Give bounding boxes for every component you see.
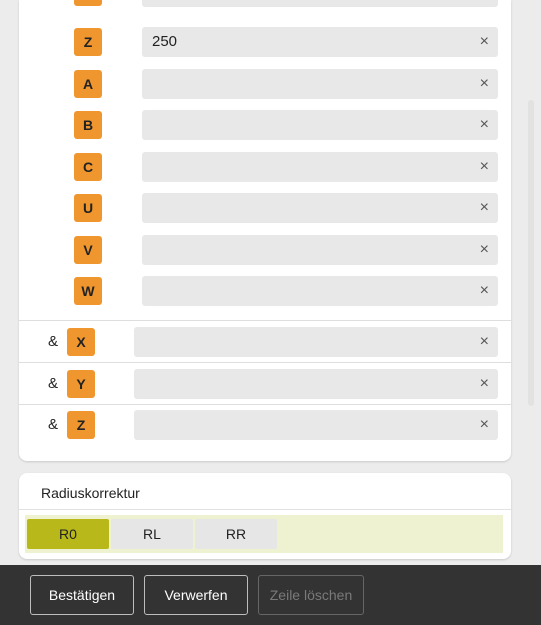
- axis-input[interactable]: ×: [142, 69, 498, 99]
- clear-icon[interactable]: ×: [480, 69, 489, 99]
- axis-badge: X: [67, 328, 95, 356]
- axis-badge: Y: [67, 370, 95, 398]
- axis-row-a: A ×: [19, 64, 511, 104]
- delete-line-button: Zeile löschen: [258, 575, 364, 615]
- clear-icon[interactable]: ×: [480, 235, 489, 265]
- axis-value: 250: [152, 33, 178, 50]
- axis-row-z: Z 250 ×: [19, 22, 511, 62]
- axis-input[interactable]: ×: [134, 369, 498, 399]
- clear-icon[interactable]: ×: [480, 369, 489, 399]
- axis-badge: Z: [74, 28, 102, 56]
- axis-input[interactable]: ×: [134, 410, 498, 440]
- axis-badge: B: [74, 111, 102, 139]
- radius-segmented-control: R0 RL RR: [25, 515, 503, 553]
- axis-badge: A: [74, 70, 102, 98]
- axis-badge: [74, 0, 102, 6]
- axis-input[interactable]: ×: [142, 235, 498, 265]
- confirm-button[interactable]: Bestätigen: [30, 575, 134, 615]
- axis-row-b: B ×: [19, 105, 511, 145]
- divider: [19, 362, 511, 363]
- clear-icon[interactable]: ×: [480, 327, 489, 357]
- footer-toolbar: Bestätigen Verwerfen Zeile löschen: [0, 565, 541, 625]
- section-title: Radiuskorrektur: [41, 485, 140, 501]
- radius-option-rl[interactable]: RL: [111, 519, 193, 549]
- clear-icon[interactable]: ×: [480, 27, 489, 57]
- and-prefix: &: [48, 333, 59, 350]
- clear-icon[interactable]: ×: [480, 410, 489, 440]
- and-prefix: &: [48, 416, 59, 433]
- axis-row-v: V ×: [19, 230, 511, 270]
- axis-badge: V: [74, 236, 102, 264]
- axis-row-partial: [19, 0, 511, 12]
- axis-badge: U: [74, 194, 102, 222]
- axis-input[interactable]: ×: [134, 327, 498, 357]
- discard-button[interactable]: Verwerfen: [144, 575, 248, 615]
- divider: [19, 320, 511, 321]
- axis-badge: W: [74, 277, 102, 305]
- scrollbar[interactable]: [528, 100, 534, 406]
- and-prefix: &: [48, 375, 59, 392]
- axis-row-c: C ×: [19, 147, 511, 187]
- axis-badge: Z: [67, 411, 95, 439]
- axis-badge: C: [74, 153, 102, 181]
- axis-input[interactable]: ×: [142, 276, 498, 306]
- divider: [19, 509, 511, 510]
- axis-input-panel: Z 250 × A × B × C × U × V × W × & X × & …: [19, 0, 511, 461]
- radius-option-r0[interactable]: R0: [27, 519, 109, 549]
- and-axis-row-z: & Z ×: [19, 405, 511, 445]
- clear-icon[interactable]: ×: [480, 193, 489, 223]
- axis-input[interactable]: 250 ×: [142, 27, 498, 57]
- clear-icon[interactable]: ×: [480, 276, 489, 306]
- axis-input[interactable]: [142, 0, 498, 7]
- axis-input[interactable]: ×: [142, 193, 498, 223]
- clear-icon[interactable]: ×: [480, 152, 489, 182]
- axis-input[interactable]: ×: [142, 152, 498, 182]
- radius-correction-section: Radiuskorrektur R0 RL RR: [19, 473, 511, 559]
- and-axis-row-y: & Y ×: [19, 364, 511, 404]
- axis-row-w: W ×: [19, 271, 511, 311]
- axis-input[interactable]: ×: [142, 110, 498, 140]
- axis-row-u: U ×: [19, 188, 511, 228]
- radius-option-rr[interactable]: RR: [195, 519, 277, 549]
- and-axis-row-x: & X ×: [19, 322, 511, 362]
- clear-icon[interactable]: ×: [480, 110, 489, 140]
